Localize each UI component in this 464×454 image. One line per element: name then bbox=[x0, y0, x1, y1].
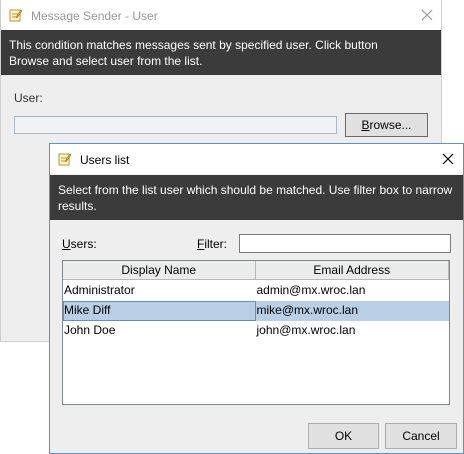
email-cell: mike@mx.wroc.lan bbox=[256, 303, 359, 317]
dialog-title: Users list bbox=[80, 153, 130, 167]
notepad-icon bbox=[9, 8, 23, 22]
close-icon[interactable] bbox=[421, 9, 433, 21]
users-list-dialog: Users list Select from the list user whi… bbox=[49, 143, 464, 454]
users-table[interactable]: Display Name Email Address Administrator… bbox=[62, 260, 450, 405]
browse-mnemonic: B bbox=[361, 118, 370, 132]
display-name-cell: John Doe bbox=[64, 323, 116, 337]
column-email-address[interactable]: Email Address bbox=[255, 261, 449, 280]
title-bar: Message Sender - User bbox=[1, 0, 441, 30]
ok-button[interactable]: OK bbox=[308, 423, 379, 449]
dialog-description: Select from the list user which should b… bbox=[50, 175, 463, 220]
table-row[interactable]: Mike Diff mike@mx.wroc.lan bbox=[63, 301, 449, 321]
email-cell: john@mx.wroc.lan bbox=[256, 323, 356, 337]
user-field[interactable] bbox=[14, 116, 337, 134]
filter-label: Filter: bbox=[197, 237, 228, 251]
display-name-cell: Administrator bbox=[64, 283, 135, 297]
dialog-title-bar: Users list bbox=[50, 144, 463, 174]
filter-input[interactable] bbox=[239, 234, 451, 253]
users-label: Users: bbox=[62, 237, 97, 251]
notepad-icon bbox=[58, 152, 72, 166]
browse-button[interactable]: Browse... bbox=[345, 113, 428, 137]
email-cell: admin@mx.wroc.lan bbox=[256, 283, 366, 297]
table-row[interactable]: John Doe john@mx.wroc.lan bbox=[63, 321, 449, 341]
cancel-button[interactable]: Cancel bbox=[385, 423, 457, 449]
close-icon[interactable] bbox=[442, 153, 454, 165]
table-header: Display Name Email Address bbox=[63, 261, 449, 280]
table-row[interactable]: Administrator admin@mx.wroc.lan bbox=[63, 281, 449, 301]
browse-button-label: rowse... bbox=[369, 118, 412, 132]
window-title: Message Sender - User bbox=[31, 9, 158, 23]
user-label: User: bbox=[14, 91, 43, 105]
condition-description: This condition matches messages sent by … bbox=[1, 30, 441, 75]
column-display-name[interactable]: Display Name bbox=[63, 261, 256, 280]
display-name-cell: Mike Diff bbox=[63, 301, 256, 321]
